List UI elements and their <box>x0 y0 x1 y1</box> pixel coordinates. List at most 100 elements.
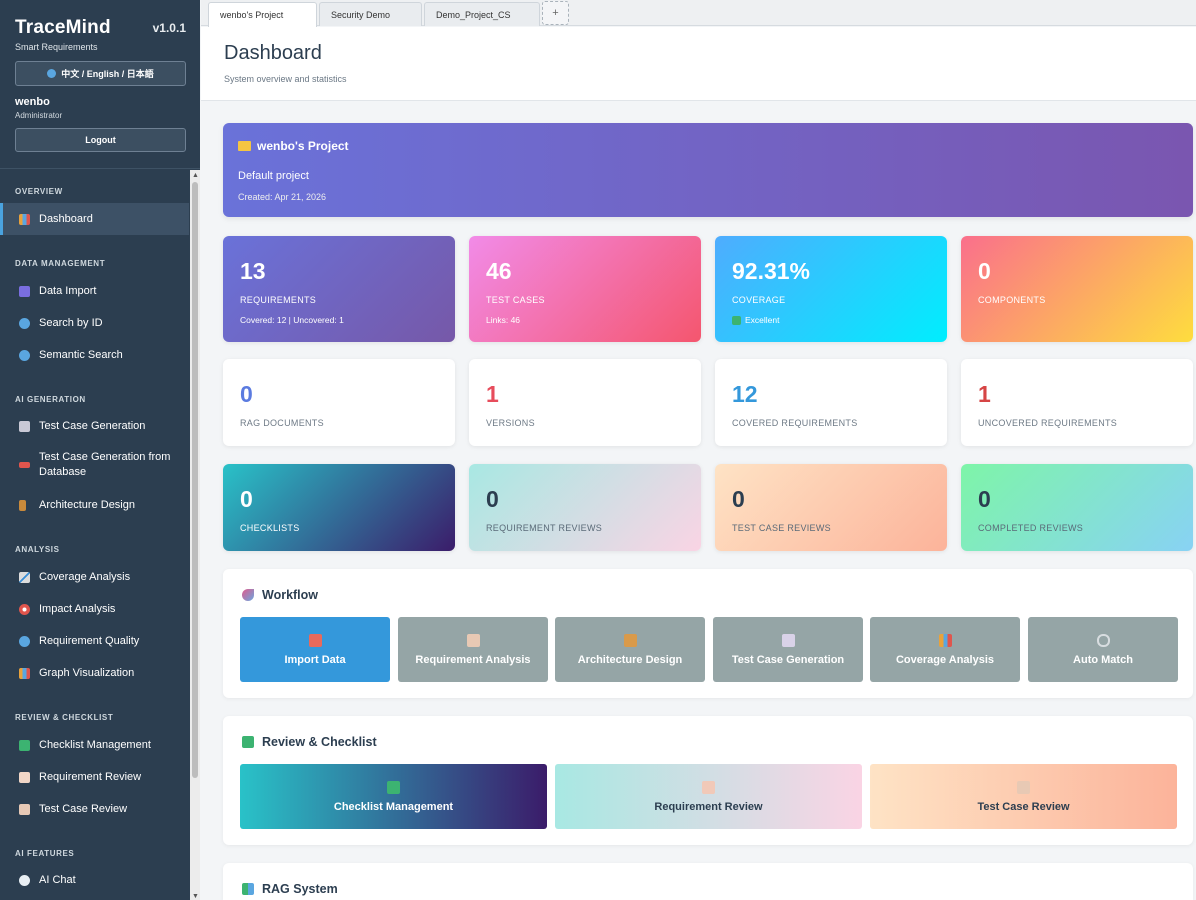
sidebar-item-test-case-review[interactable]: Test Case Review <box>0 793 189 825</box>
bar-chart-icon <box>938 633 952 647</box>
sidebar-item-semantic-search[interactable]: Semantic Search <box>0 339 189 371</box>
sidebar-item-test-case-generation-db[interactable]: Test Case Generation from Database <box>0 444 189 486</box>
sidebar-item-test-case-generation[interactable]: Test Case Generation <box>0 410 189 442</box>
stat-card-requirements: 13 REQUIREMENTS Covered: 12 | Uncovered:… <box>223 236 455 342</box>
folder-icon <box>238 141 251 151</box>
stat-label: CHECKLISTS <box>240 523 300 533</box>
workflow-button-label: Requirement Analysis <box>415 653 531 666</box>
stat-label: TEST CASE REVIEWS <box>732 523 831 533</box>
nav-section-ai-features: AI FEATURES <box>15 849 75 858</box>
sidebar-item-label: Requirement Quality <box>39 634 140 647</box>
add-tab-button[interactable]: + <box>542 1 569 25</box>
workflow-architecture-design-button[interactable]: Architecture Design <box>555 617 705 682</box>
building-icon <box>19 499 26 511</box>
page-subtitle: System overview and statistics <box>224 74 347 84</box>
review-test-case-review-button[interactable]: Test Case Review <box>870 764 1177 829</box>
review-title: Review & Checklist <box>262 735 377 749</box>
car-icon <box>19 462 30 468</box>
sidebar-item-ai-chat[interactable]: AI Chat <box>0 864 189 896</box>
stat-value: 0 <box>240 381 253 407</box>
sidebar-item-label: Data Import <box>39 284 97 297</box>
bar-chart-icon <box>19 667 30 679</box>
sidebar-divider <box>0 168 200 169</box>
nav-section-data-management: DATA MANAGEMENT <box>15 259 106 268</box>
sidebar-item-search-by-id[interactable]: Search by ID <box>0 307 189 339</box>
stat-card-uncovered-requirements: 1 UNCOVERED REQUIREMENTS <box>961 359 1193 446</box>
rag-title: RAG System <box>262 882 338 896</box>
stat-card-versions: 1 VERSIONS <box>469 359 701 446</box>
sidebar-scrollbar[interactable]: ▲ ▼ <box>190 170 200 900</box>
workflow-requirement-analysis-button[interactable]: Requirement Analysis <box>398 617 548 682</box>
stat-label: COMPLETED REVIEWS <box>978 523 1084 533</box>
project-created-date: Created: Apr 21, 2026 <box>238 192 327 202</box>
sidebar-item-data-import[interactable]: Data Import <box>0 275 189 307</box>
sidebar-item-checklist-management[interactable]: Checklist Management <box>0 729 189 761</box>
link-icon <box>1096 633 1110 647</box>
logout-button[interactable]: Logout <box>15 128 186 152</box>
sidebar-item-label: Checklist Management <box>39 738 151 751</box>
user-role: Administrator <box>15 111 63 120</box>
sidebar: TraceMind v1.0.1 Smart Requirements 中文 /… <box>0 0 200 900</box>
sidebar-item-impact-analysis[interactable]: Impact Analysis <box>0 593 189 625</box>
language-switch-label: 中文 / English / 日本語 <box>61 69 154 79</box>
sidebar-item-label: Requirement Review <box>39 770 142 783</box>
workflow-panel: Workflow Import Data Requirement Analysi… <box>223 569 1193 698</box>
check-box-icon <box>19 739 30 751</box>
speech-bubble-icon <box>19 874 30 886</box>
review-checklist-management-button[interactable]: Checklist Management <box>240 764 547 829</box>
inbox-icon <box>19 285 30 297</box>
memo-icon <box>702 780 715 794</box>
sidebar-item-label: Dashboard <box>39 212 93 225</box>
target-icon <box>19 603 30 615</box>
review-requirement-review-button[interactable]: Requirement Review <box>555 764 862 829</box>
project-tab-bar: wenbo's Project Security Demo Demo_Proje… <box>201 0 1196 27</box>
stat-value: 12 <box>732 381 758 407</box>
check-box-icon <box>242 736 254 748</box>
review-checklist-panel: Review & Checklist Checklist Management … <box>223 716 1193 845</box>
stat-card-test-case-reviews: 0 TEST CASE REVIEWS <box>715 464 947 551</box>
scroll-down-arrow-icon[interactable]: ▼ <box>192 893 199 900</box>
workflow-auto-match-button[interactable]: Auto Match <box>1028 617 1178 682</box>
workflow-button-label: Import Data <box>284 653 346 666</box>
sidebar-item-architecture-design[interactable]: Architecture Design <box>0 489 189 521</box>
sidebar-item-requirement-quality[interactable]: Requirement Quality <box>0 625 189 657</box>
stat-value: 0 <box>240 486 253 512</box>
inbox-icon <box>308 633 322 647</box>
sidebar-item-dashboard[interactable]: Dashboard <box>0 203 189 235</box>
sidebar-item-graph-visualization[interactable]: Graph Visualization <box>0 657 189 689</box>
robot-icon <box>19 420 30 432</box>
review-button-label: Checklist Management <box>333 800 454 813</box>
stat-label: COMPONENTS <box>978 295 1046 305</box>
sidebar-item-label: Impact Analysis <box>39 602 116 615</box>
scroll-up-arrow-icon[interactable]: ▲ <box>192 172 199 179</box>
stat-label: TEST CASES <box>486 295 545 305</box>
sidebar-item-label: Graph Visualization <box>39 666 135 679</box>
workflow-test-case-generation-button[interactable]: Test Case Generation <box>713 617 863 682</box>
sidebar-scroll-thumb[interactable] <box>192 182 198 778</box>
workflow-title-row: Workflow <box>242 588 318 602</box>
nav-section-review-checklist: REVIEW & CHECKLIST <box>15 713 114 722</box>
stat-value: 1 <box>486 381 499 407</box>
workflow-coverage-analysis-button[interactable]: Coverage Analysis <box>870 617 1020 682</box>
bar-chart-icon <box>19 213 30 225</box>
stat-card-requirement-reviews: 0 REQUIREMENT REVIEWS <box>469 464 701 551</box>
building-icon <box>623 633 637 647</box>
project-description: Default project <box>238 170 309 182</box>
sidebar-item-label: Search by ID <box>39 316 103 329</box>
nav-section-analysis: ANALYSIS <box>15 545 60 554</box>
stat-value: 1 <box>978 381 991 407</box>
stat-label: REQUIREMENTS <box>240 295 317 305</box>
language-switch-button[interactable]: 中文 / English / 日本語 <box>15 61 186 86</box>
project-name: wenbo's Project <box>257 139 349 153</box>
tab-demo-project-cs[interactable]: Demo_Project_CS <box>424 2 540 26</box>
stat-value: 0 <box>486 486 499 512</box>
tab-wenbos-project[interactable]: wenbo's Project <box>208 2 317 27</box>
app-version: v1.0.1 <box>152 21 186 35</box>
sidebar-item-requirement-review[interactable]: Requirement Review <box>0 761 189 793</box>
stat-label: REQUIREMENT REVIEWS <box>486 523 603 533</box>
sidebar-item-coverage-analysis[interactable]: Coverage Analysis <box>0 561 189 593</box>
clipboard-icon <box>466 633 480 647</box>
tab-security-demo[interactable]: Security Demo <box>319 2 422 26</box>
check-box-icon <box>387 780 400 794</box>
workflow-import-data-button[interactable]: Import Data <box>240 617 390 682</box>
